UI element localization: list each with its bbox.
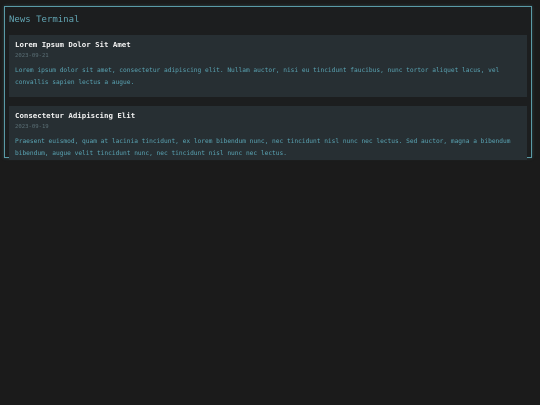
- article-title[interactable]: Lorem Ipsum Dolor Sit Amet: [15, 40, 131, 49]
- article-title[interactable]: Consectetur Adipiscing Elit: [15, 111, 135, 120]
- terminal-title: News Terminal: [9, 15, 80, 25]
- article-body: Lorem ipsum dolor sit amet, consectetur …: [15, 67, 500, 86]
- article-card[interactable]: Consectetur Adipiscing Elit 2023-09-19 P…: [9, 106, 527, 160]
- article-body: Praesent euismod, quam at lacinia tincid…: [15, 138, 511, 157]
- article-date: 2023-09-21: [15, 53, 49, 59]
- news-terminal-window: News Terminal Lorem Ipsum Dolor Sit Amet…: [4, 6, 532, 160]
- article-card[interactable]: Lorem Ipsum Dolor Sit Amet 2023-09-21 Lo…: [9, 35, 527, 97]
- article-date: 2023-09-19: [15, 124, 49, 130]
